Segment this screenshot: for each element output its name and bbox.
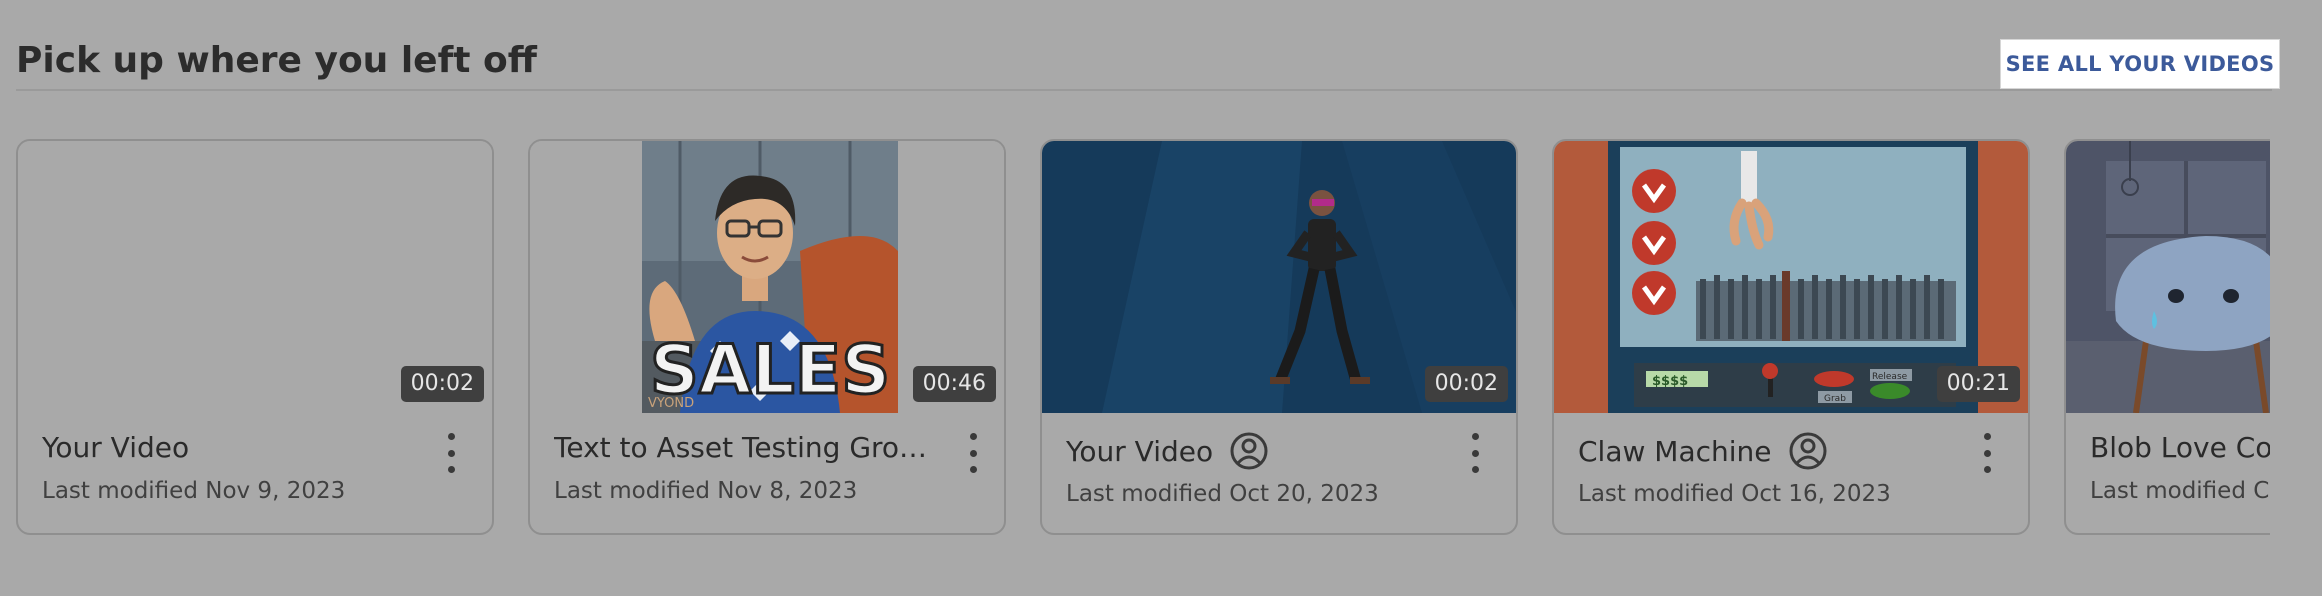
video-modified-date: Last modified Nov 9, 2023 bbox=[42, 478, 346, 504]
person-circle-icon bbox=[1230, 432, 1268, 470]
video-carousel: 00:02 Your Video Last modified Nov 9, 20… bbox=[16, 139, 2270, 539]
video-title-text: Claw Machine bbox=[1578, 434, 1772, 468]
video-card[interactable]: SALES VYOND 00:46 Text to Asset Testing … bbox=[528, 139, 1006, 535]
kebab-menu-icon[interactable] bbox=[1982, 433, 1992, 473]
video-card[interactable]: $$$$ Grab Release 00:21 Claw Machine Las… bbox=[1552, 139, 2030, 535]
video-modified-date: Last modified C bbox=[2090, 478, 2270, 504]
thumbnail-watermark: VYOND bbox=[648, 396, 694, 411]
video-title: Claw Machine bbox=[1578, 431, 1828, 471]
video-title-text: Your Video bbox=[1066, 434, 1214, 468]
video-title: Blob Love Co bbox=[2090, 431, 2270, 464]
video-card[interactable]: 00:02 Your Video Last modified Oct 20, 2… bbox=[1040, 139, 1518, 535]
video-title: Your Video bbox=[1066, 431, 1269, 471]
video-thumbnail[interactable] bbox=[2066, 141, 2270, 413]
video-modified-date: Last modified Oct 20, 2023 bbox=[1066, 481, 1379, 507]
video-title-text: Your Video bbox=[42, 431, 190, 464]
grab-label: Grab bbox=[1824, 394, 1846, 404]
video-card[interactable]: Blob Love Co Last modified C bbox=[2064, 139, 2270, 535]
blob-room-thumbnail bbox=[2066, 141, 2270, 413]
release-label: Release bbox=[1872, 372, 1908, 382]
person-circle-icon bbox=[1789, 432, 1826, 470]
see-all-videos-button[interactable]: SEE ALL YOUR VIDEOS bbox=[2000, 39, 2280, 89]
section-divider bbox=[16, 89, 2272, 91]
kebab-menu-icon[interactable] bbox=[1470, 433, 1480, 473]
video-title-text: Blob Love Co bbox=[2090, 431, 2270, 464]
video-modified-date: Last modified Nov 8, 2023 bbox=[554, 478, 858, 504]
duration-badge: 00:02 bbox=[1424, 366, 1508, 402]
section-title: Pick up where you left off bbox=[16, 40, 537, 81]
video-title-text: Text to Asset Testing Grou... bbox=[554, 431, 934, 464]
video-title: Your Video bbox=[42, 431, 189, 464]
duration-badge: 00:46 bbox=[912, 366, 996, 402]
video-card[interactable]: 00:02 Your Video Last modified Nov 9, 20… bbox=[16, 139, 494, 535]
video-title: Text to Asset Testing Grou... bbox=[554, 431, 934, 464]
price-display: $$$$ bbox=[1652, 374, 1688, 389]
duration-badge: 00:21 bbox=[1936, 366, 2020, 402]
video-modified-date: Last modified Oct 16, 2023 bbox=[1578, 481, 1891, 507]
kebab-menu-icon[interactable] bbox=[446, 433, 456, 473]
kebab-menu-icon[interactable] bbox=[968, 433, 978, 473]
duration-badge: 00:02 bbox=[400, 366, 484, 402]
